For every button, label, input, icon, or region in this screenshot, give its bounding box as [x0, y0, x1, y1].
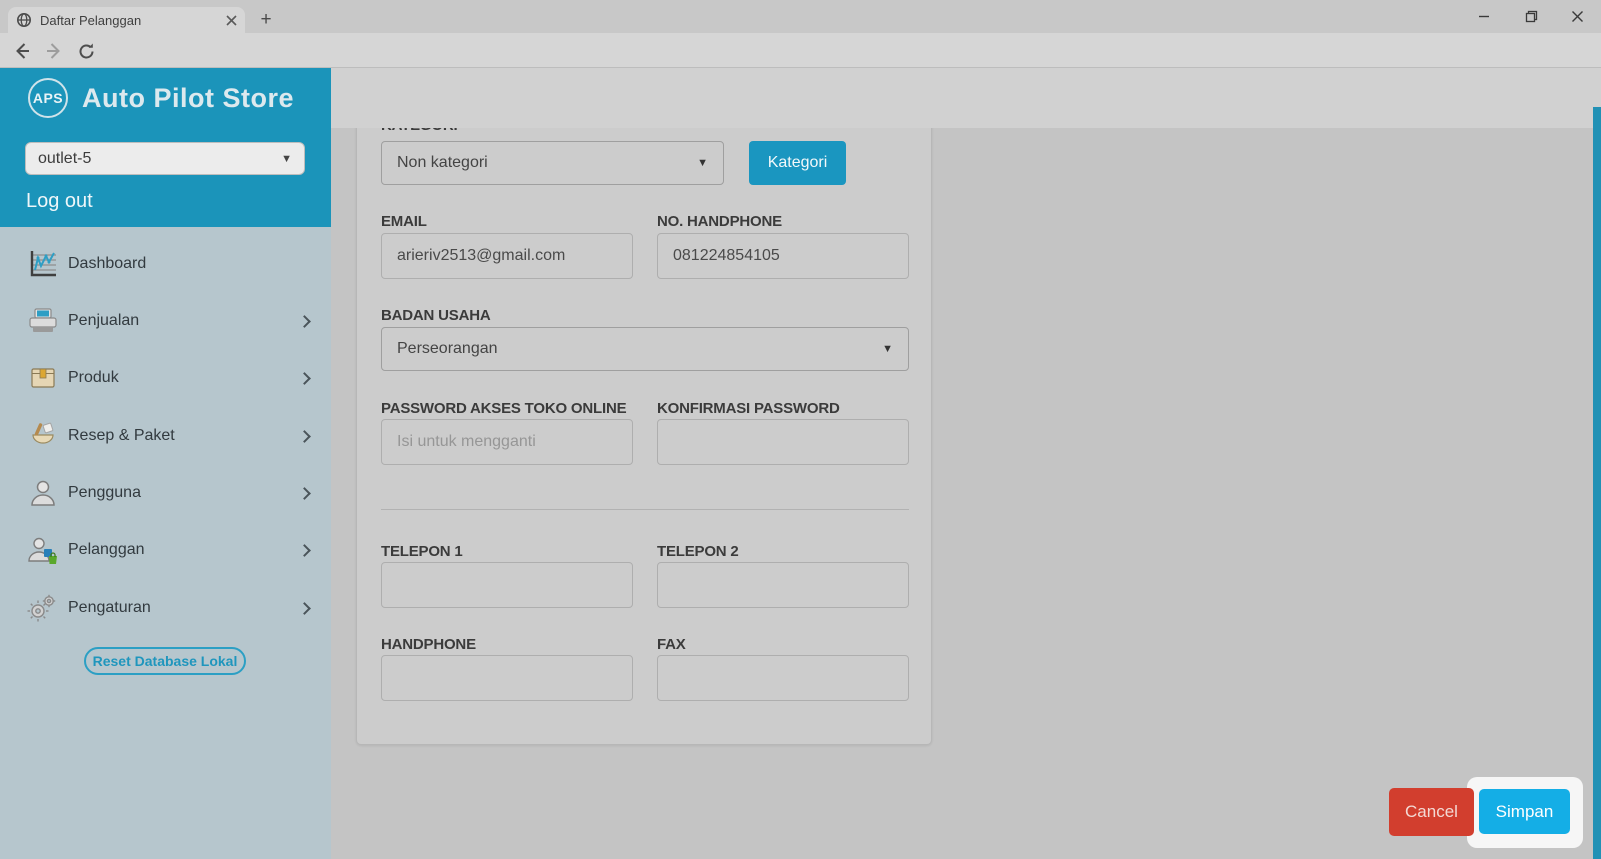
sidebar-item-produk[interactable]: Produk [0, 356, 331, 400]
mortar-pestle-icon [26, 420, 60, 452]
badan-usaha-select[interactable]: Perseorangan ▼ [381, 327, 909, 371]
password-label: PASSWORD AKSES TOKO ONLINE [381, 400, 627, 417]
chevron-right-icon [298, 314, 311, 328]
brand-title: Auto Pilot Store [82, 82, 294, 113]
tab-close-icon[interactable] [226, 14, 237, 26]
badan-usaha-label: BADAN USAHA [381, 307, 491, 324]
user-icon [26, 477, 60, 509]
sidebar-item-label: Pelanggan [68, 541, 145, 558]
reload-icon[interactable] [74, 39, 98, 63]
sidebar-item-label: Produk [68, 369, 119, 386]
chevron-right-icon [298, 371, 311, 385]
sidebar-item-dashboard[interactable]: Dashboard [0, 242, 331, 286]
tab-favicon-globe-icon [16, 12, 32, 28]
page-header-band [331, 68, 1601, 128]
aps-logo: APS [28, 78, 68, 118]
kategori-selected-value: Non kategori [397, 154, 488, 171]
handphone-label: HANDPHONE [381, 636, 476, 653]
konfirmasi-password-label: KONFIRMASI PASSWORD [657, 400, 840, 417]
telepon1-field[interactable] [381, 562, 633, 608]
back-icon[interactable] [10, 39, 34, 63]
konfirmasi-password-field[interactable] [657, 419, 909, 465]
product-box-icon [26, 362, 60, 394]
chevron-down-icon: ▼ [281, 152, 292, 165]
handphone-field[interactable] [381, 655, 633, 701]
window-restore-button[interactable] [1508, 0, 1554, 32]
browser-toolbar: member.autopilotstore.co.id/daftar_pelan… [0, 33, 1601, 97]
sidebar-item-pelanggan[interactable]: Pelanggan [0, 528, 331, 572]
password-field[interactable] [381, 419, 633, 465]
sidebar-header: APS Auto Pilot Store outlet-5 ▼ Log out [0, 68, 331, 227]
telepon2-label: TELEPON 2 [657, 543, 739, 560]
logout-link[interactable]: Log out [26, 190, 93, 213]
gears-icon [26, 592, 60, 624]
chevron-right-icon [298, 486, 311, 500]
dashboard-chart-icon [26, 248, 60, 280]
logo-text: APS [32, 90, 64, 106]
sidebar-item-penjualan[interactable]: Penjualan [0, 299, 331, 343]
main-content: KATEGORI Non kategori ▼ Kategori EMAIL N… [331, 68, 1601, 859]
page-content: APS Auto Pilot Store outlet-5 ▼ Log out … [0, 68, 1601, 859]
telepon2-field[interactable] [657, 562, 909, 608]
window-close-button[interactable] [1554, 0, 1600, 32]
sidebar-item-label: Pengguna [68, 484, 141, 501]
cash-register-icon [26, 305, 60, 337]
brand-row: APS Auto Pilot Store [28, 78, 294, 118]
titlebar: Daftar Pelanggan + [0, 0, 1601, 33]
kategori-button[interactable]: Kategori [749, 141, 846, 185]
outlet-selected-value: outlet-5 [38, 149, 92, 167]
sidebar-item-label: Dashboard [68, 255, 147, 272]
no-handphone-label: NO. HANDPHONE [657, 213, 782, 230]
badan-usaha-selected-value: Perseorangan [397, 340, 498, 357]
email-field[interactable] [381, 233, 633, 279]
page-scrollbar[interactable] [1593, 107, 1601, 859]
cancel-button[interactable]: Cancel [1389, 788, 1474, 836]
sidebar: APS Auto Pilot Store outlet-5 ▼ Log out … [0, 68, 331, 859]
email-label: EMAIL [381, 213, 427, 230]
section-divider [381, 509, 909, 510]
customer-bag-icon [26, 534, 60, 566]
sidebar-item-label: Resep & Paket [68, 427, 175, 444]
chevron-down-icon: ▼ [697, 157, 708, 169]
sidebar-menu: Dashboard Penjualan Produk Resep & Paket… [0, 227, 331, 859]
save-button[interactable]: Simpan [1479, 789, 1570, 834]
customer-form-card: KATEGORI Non kategori ▼ Kategori EMAIL N… [356, 108, 932, 745]
tab-title: Daftar Pelanggan [40, 12, 142, 28]
sidebar-item-pengaturan[interactable]: Pengaturan [0, 586, 331, 630]
telepon1-label: TELEPON 1 [381, 543, 463, 560]
sidebar-item-label: Penjualan [68, 312, 140, 329]
reset-database-button[interactable]: Reset Database Lokal [84, 647, 246, 675]
outlet-select[interactable]: outlet-5 ▼ [25, 142, 305, 175]
window-minimize-button[interactable] [1461, 0, 1507, 32]
forward-icon[interactable] [42, 39, 66, 63]
chevron-right-icon [298, 601, 311, 615]
fax-field[interactable] [657, 655, 909, 701]
browser-window: Daftar Pelanggan + m [0, 0, 1601, 859]
no-handphone-field[interactable] [657, 233, 909, 279]
fax-label: FAX [657, 636, 686, 653]
chevron-down-icon: ▼ [882, 343, 893, 355]
kategori-select[interactable]: Non kategori ▼ [381, 141, 724, 185]
sidebar-item-resep-paket[interactable]: Resep & Paket [0, 414, 331, 458]
browser-tab[interactable]: Daftar Pelanggan [8, 7, 245, 33]
new-tab-button[interactable]: + [255, 9, 277, 31]
sidebar-item-pengguna[interactable]: Pengguna [0, 471, 331, 515]
sidebar-item-label: Pengaturan [68, 599, 151, 616]
chevron-right-icon [298, 543, 311, 557]
chevron-right-icon [298, 429, 311, 443]
